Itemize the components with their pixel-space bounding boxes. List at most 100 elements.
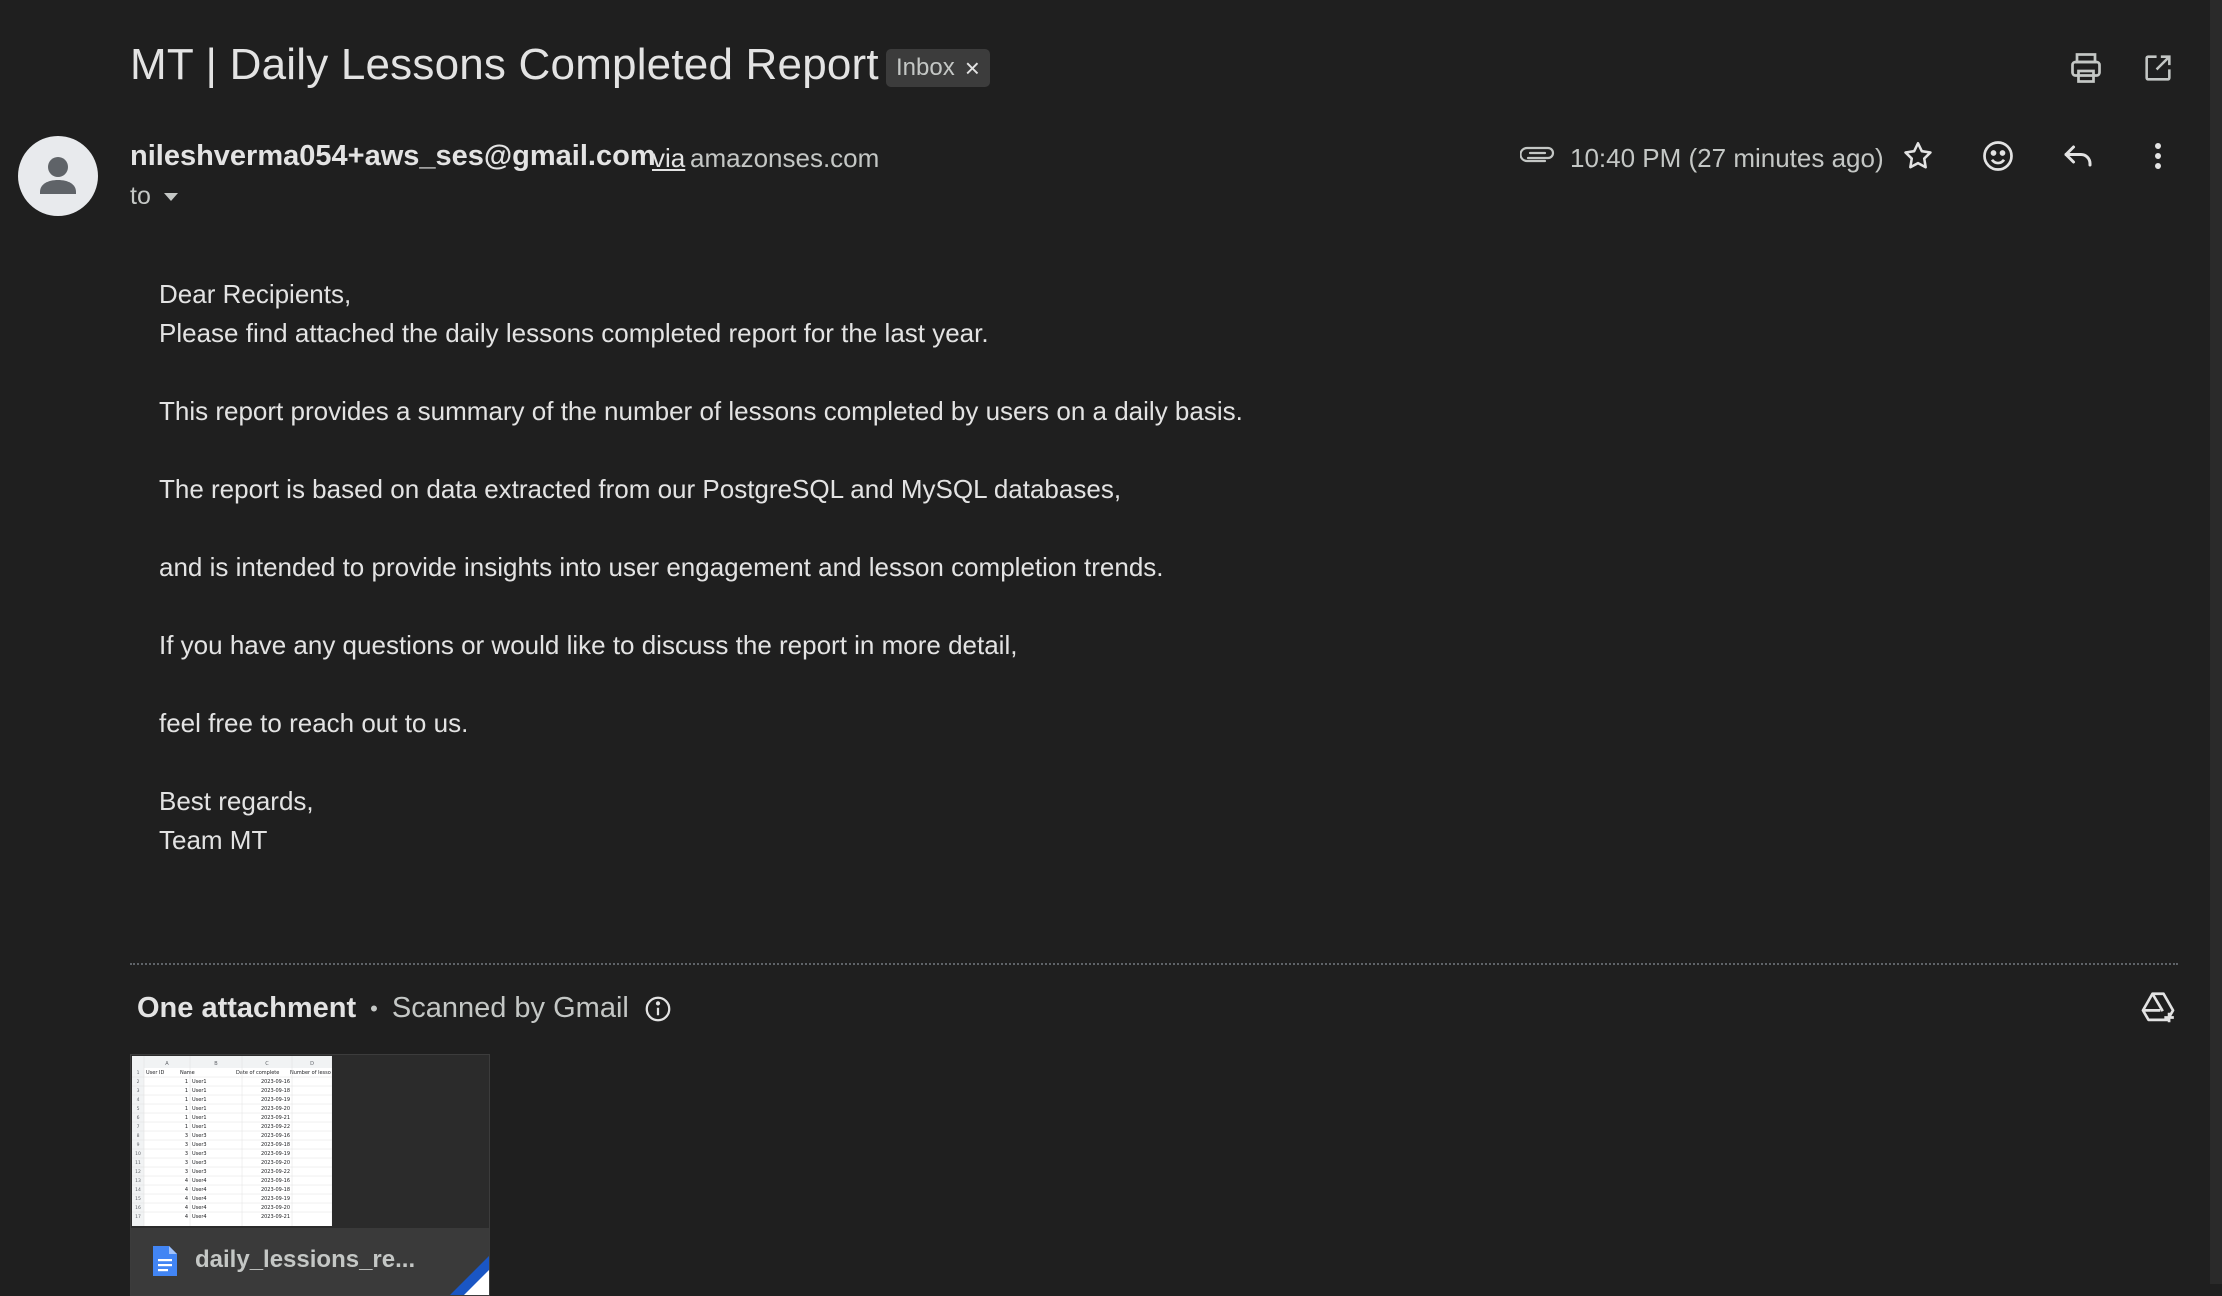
- attachments-header: One attachment • Scanned by Gmail: [137, 992, 673, 1025]
- document-icon: [151, 1244, 179, 1278]
- cell-user-id: 1: [185, 1079, 188, 1085]
- via-link[interactable]: via: [652, 143, 685, 174]
- paperclip-icon: [1520, 142, 1556, 166]
- row-number: 17: [135, 1214, 141, 1220]
- cell-name: User4: [192, 1178, 207, 1184]
- body-line: Please find attached the daily lessons c…: [159, 318, 989, 348]
- print-icon[interactable]: [2060, 42, 2112, 94]
- cell-date: 2023-09-16: [261, 1178, 290, 1184]
- column-header-bar: [132, 1056, 332, 1068]
- body-line: The report is based on data extracted fr…: [159, 474, 1122, 504]
- row-number: 2: [137, 1079, 140, 1085]
- cell-user-id: 3: [185, 1142, 188, 1148]
- via-domain: amazonses.com: [690, 143, 880, 173]
- cell-user-id: 1: [185, 1124, 188, 1130]
- column-letter: B: [214, 1061, 218, 1067]
- cell-name: User4: [192, 1187, 207, 1193]
- cell-date: 2023-09-21: [261, 1214, 290, 1220]
- more-vertical-icon[interactable]: [2132, 130, 2184, 182]
- cell-user-id: 1: [185, 1088, 188, 1094]
- column-letter: D: [310, 1061, 314, 1067]
- scanned-by-gmail: Scanned by Gmail: [391, 992, 629, 1024]
- email-subject: MT | Daily Lessons Completed Report: [130, 40, 879, 89]
- cell-user-id: 4: [185, 1187, 188, 1193]
- column-letter: C: [265, 1061, 269, 1067]
- body-line: feel free to reach out to us.: [159, 708, 469, 738]
- cell-date: 2023-09-21: [261, 1115, 290, 1121]
- cell-user-id: 3: [185, 1151, 188, 1157]
- body-line: If you have any questions or would like …: [159, 630, 1018, 660]
- info-icon[interactable]: [643, 994, 673, 1024]
- scrollbar[interactable]: [2210, 0, 2222, 1284]
- row-number: 10: [135, 1151, 141, 1157]
- cell-user-id: 1: [185, 1106, 188, 1112]
- cell-date: 2023-09-22: [261, 1124, 290, 1130]
- row-number: 13: [135, 1178, 141, 1184]
- sender-avatar[interactable]: [18, 136, 98, 216]
- cell-user-id: 1: [185, 1115, 188, 1121]
- body-line: Team MT: [159, 825, 268, 855]
- row-number: 7: [137, 1124, 140, 1130]
- attachment-footer: daily_lessions_re...: [131, 1228, 489, 1295]
- cell-name: User3: [192, 1160, 207, 1166]
- row-number: 12: [135, 1169, 141, 1175]
- attachment-count: One attachment: [137, 992, 357, 1024]
- spreadsheet-preview: A B C D User ID Name Date of complete Number of…: [132, 1056, 332, 1226]
- remove-label-icon[interactable]: ×: [965, 55, 980, 81]
- add-to-drive-icon[interactable]: [2132, 982, 2184, 1034]
- attachment-card[interactable]: A B C D User ID Name Date of complete Number of…: [130, 1054, 490, 1296]
- email-timestamp: 10:40 PM (27 minutes ago): [1570, 143, 1884, 173]
- cell-user-id: 4: [185, 1196, 188, 1202]
- cell-name: User1: [192, 1097, 207, 1103]
- attachment-filename[interactable]: daily_lessions_re...: [195, 1246, 415, 1274]
- to-label: to: [130, 182, 151, 210]
- file-type-corner-icon: [450, 1256, 489, 1295]
- chevron-down-icon[interactable]: [161, 190, 181, 204]
- row-number: 9: [137, 1142, 140, 1148]
- cell-date: 2023-09-16: [261, 1133, 290, 1139]
- row-number: 3: [137, 1088, 140, 1094]
- cell-date: 2023-09-19: [261, 1097, 290, 1103]
- attachment-thumbnail: A B C D User ID Name Date of complete Number of…: [132, 1056, 332, 1226]
- row-number: 16: [135, 1205, 141, 1211]
- row-number: 6: [137, 1115, 140, 1121]
- open-in-new-window-icon[interactable]: [2132, 42, 2184, 94]
- row-number: 5: [137, 1106, 140, 1112]
- recipients-toggle[interactable]: to: [130, 182, 181, 211]
- cell-date: 2023-09-18: [261, 1088, 290, 1094]
- cell-user-id: 3: [185, 1169, 188, 1175]
- star-icon[interactable]: [1892, 130, 1944, 182]
- cell-date: 2023-09-22: [261, 1169, 290, 1175]
- row-number: 1: [137, 1070, 140, 1076]
- attachments-divider: [130, 963, 2178, 965]
- cell-name: User4: [192, 1205, 207, 1211]
- cell-user-id: 4: [185, 1178, 188, 1184]
- cell-name: User4: [192, 1214, 207, 1220]
- label-name: Inbox: [896, 54, 955, 81]
- emoji-reaction-icon[interactable]: [1972, 130, 2024, 182]
- row-number: 8: [137, 1133, 140, 1139]
- row-number: 15: [135, 1196, 141, 1202]
- inbox-label-chip[interactable]: Inbox ×: [886, 49, 990, 87]
- cell-name: User1: [192, 1088, 207, 1094]
- reply-icon[interactable]: [2052, 130, 2104, 182]
- body-line: This report provides a summary of the nu…: [159, 396, 1243, 426]
- email-body: Dear Recipients, Please find attached th…: [159, 275, 1243, 860]
- cell-user-id: 4: [185, 1214, 188, 1220]
- cell-header: User ID: [146, 1070, 164, 1076]
- row-number: 4: [137, 1097, 140, 1103]
- body-line: and is intended to provide insights into…: [159, 552, 1164, 582]
- cell-name: User3: [192, 1151, 207, 1157]
- sender-email[interactable]: nileshverma054+aws_ses@gmail.com: [130, 140, 656, 173]
- row-number: 14: [135, 1187, 141, 1193]
- cell-date: 2023-09-20: [261, 1205, 290, 1211]
- cell-user-id: 3: [185, 1160, 188, 1166]
- cell-header: Date of complete: [236, 1070, 279, 1076]
- cell-header: Name: [180, 1070, 195, 1076]
- cell-date: 2023-09-20: [261, 1106, 290, 1112]
- cell-name: User1: [192, 1124, 207, 1130]
- cell-user-id: 1: [185, 1097, 188, 1103]
- cell-name: User3: [192, 1169, 207, 1175]
- body-line: Dear Recipients,: [159, 279, 352, 309]
- cell-name: User1: [192, 1115, 207, 1121]
